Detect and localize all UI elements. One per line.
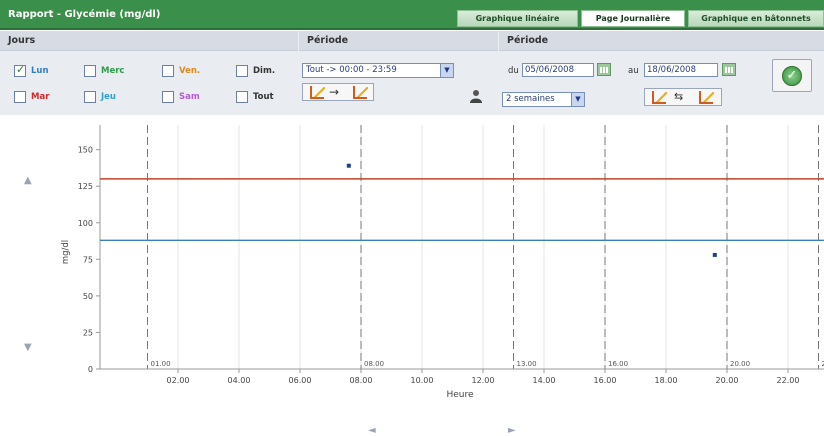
- to-label: au: [628, 66, 639, 76]
- scroll-down-icon[interactable]: ▼: [24, 342, 32, 353]
- checkbox[interactable]: [236, 65, 248, 77]
- checkbox[interactable]: [84, 91, 96, 103]
- x-tick-label: 02.00: [167, 376, 190, 385]
- x-tick-label: 16.00: [594, 376, 617, 385]
- x-tick-label: 22.00: [777, 376, 800, 385]
- day-label: Dim.: [253, 66, 276, 76]
- day-checkbox-dim[interactable]: Dim.: [236, 64, 275, 78]
- date-period-header: Période: [499, 31, 824, 51]
- day-checkbox-tout[interactable]: Tout: [236, 90, 274, 104]
- day-label: Jeu: [101, 92, 116, 102]
- scroll-left-icon[interactable]: ◄: [368, 425, 376, 436]
- title-bar: Rapport - Glycémie (mg/dl) Graphique lin…: [0, 0, 824, 30]
- day-checkbox-ven[interactable]: Ven.: [162, 64, 200, 78]
- x-tick-label: 18.00: [655, 376, 678, 385]
- from-label: du: [508, 66, 519, 76]
- chevron-down-icon[interactable]: ▼: [440, 64, 453, 77]
- checkbox[interactable]: [236, 91, 248, 103]
- day-label: Mar: [31, 92, 50, 102]
- checkbox[interactable]: [162, 65, 174, 77]
- y-tick-label: 150: [78, 146, 93, 155]
- day-label: Merc: [101, 66, 125, 76]
- arrow-right-icon: →: [329, 85, 340, 99]
- date-period-label: Période: [507, 35, 549, 46]
- data-point: [712, 252, 717, 257]
- x-tick-label: 20.00: [716, 376, 739, 385]
- y-tick-label: 50: [83, 292, 93, 301]
- marker-label: 08.00: [364, 360, 384, 368]
- tab-bar-chart[interactable]: Graphique en bâtonnets: [688, 10, 824, 27]
- chart-icon: [699, 91, 714, 104]
- y-tick-label: 0: [88, 365, 93, 374]
- chart-icon: [652, 91, 667, 104]
- person-icon[interactable]: [468, 89, 482, 103]
- scroll-up-icon[interactable]: ▲: [24, 175, 32, 186]
- day-checkbox-lun[interactable]: Lun: [14, 63, 49, 78]
- days-label: Jours: [8, 35, 36, 46]
- day-label: Sam: [179, 92, 200, 102]
- y-tick-label: 75: [83, 255, 93, 264]
- calendar-icon[interactable]: [722, 63, 736, 76]
- y-tick-label: 25: [83, 328, 93, 337]
- day-checkbox-mar[interactable]: Mar: [14, 90, 49, 104]
- x-tick-label: 10.00: [411, 376, 434, 385]
- calendar-icon[interactable]: [597, 63, 611, 76]
- checkmark-icon: ✓: [782, 66, 802, 86]
- days-header: Jours: [0, 31, 298, 51]
- day-label: Lun: [31, 66, 49, 76]
- data-point: [346, 163, 351, 168]
- period-header: Période: [299, 31, 498, 51]
- marker-label: 16.00: [608, 360, 628, 368]
- day-checkbox-sam[interactable]: Sam: [162, 90, 200, 104]
- period-label: Période: [307, 35, 349, 46]
- day-checkbox-merc[interactable]: Merc: [84, 64, 124, 78]
- chart-icon: [353, 86, 368, 99]
- marker-label: 01.00: [151, 360, 171, 368]
- x-axis-label: Heure: [446, 390, 474, 400]
- glucose-chart: 01.0008.0013.0016.0020.0023.000255075100…: [61, 125, 824, 400]
- scroll-right-icon[interactable]: ►: [508, 425, 516, 436]
- y-axis-label: mg/dl: [61, 240, 71, 264]
- chevron-down-icon[interactable]: ▼: [571, 93, 584, 106]
- tab-line-chart[interactable]: Graphique linéaire: [457, 10, 578, 27]
- tab-daily-page[interactable]: Page Journalière: [581, 10, 685, 27]
- day-label: Ven.: [179, 66, 201, 76]
- interval-value: 2 semaines: [506, 94, 555, 104]
- chart-icon: [310, 86, 325, 99]
- validate-button[interactable]: ✓: [772, 59, 812, 92]
- marker-label: 13.00: [517, 360, 537, 368]
- from-date-field[interactable]: 05/06/2008: [522, 63, 594, 77]
- checkbox[interactable]: [14, 63, 26, 77]
- x-tick-label: 14.00: [533, 376, 556, 385]
- day-checkbox-jeu[interactable]: Jeu: [84, 90, 116, 104]
- swap-charts-button[interactable]: ⇆: [644, 88, 722, 106]
- x-tick-label: 08.00: [350, 376, 373, 385]
- checkbox[interactable]: [14, 91, 26, 103]
- time-range-value: Tout -> 00:00 - 23:59: [306, 65, 397, 75]
- day-label: Tout: [253, 92, 274, 102]
- interval-select[interactable]: 2 semaines ▼: [502, 92, 585, 107]
- report-title: Rapport - Glycémie (mg/dl): [8, 9, 161, 20]
- marker-label: 20.00: [730, 360, 750, 368]
- checkbox[interactable]: [84, 65, 96, 77]
- swap-icon: ⇆: [674, 90, 684, 103]
- y-tick-label: 125: [78, 182, 93, 191]
- x-tick-label: 12.00: [472, 376, 495, 385]
- y-tick-label: 100: [78, 219, 93, 228]
- x-tick-label: 04.00: [228, 376, 251, 385]
- apply-range-button[interactable]: →: [302, 83, 374, 101]
- time-range-select[interactable]: Tout -> 00:00 - 23:59 ▼: [302, 63, 454, 78]
- x-tick-label: 06.00: [289, 376, 312, 385]
- to-date-field[interactable]: 18/06/2008: [644, 63, 718, 77]
- checkbox[interactable]: [162, 91, 174, 103]
